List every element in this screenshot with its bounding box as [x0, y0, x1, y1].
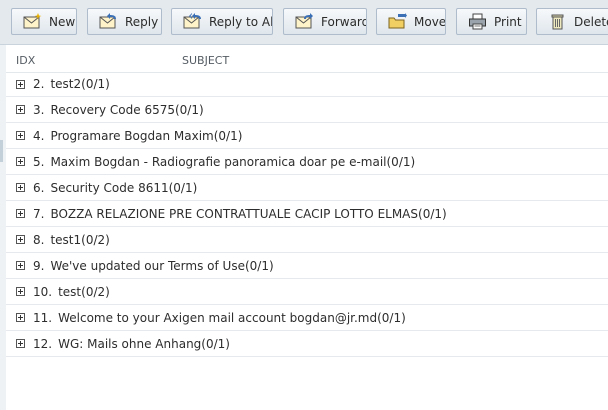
- expand-icon[interactable]: [16, 235, 25, 244]
- message-row[interactable]: 4. Programare Bogdan Maxim(0/1): [6, 123, 608, 149]
- message-index: 4.: [33, 128, 45, 143]
- envelope-new-icon: [23, 13, 42, 29]
- message-subject: Recovery Code 6575(0/1): [50, 102, 204, 117]
- delete-label: Delete: [574, 14, 608, 29]
- delete-button[interactable]: Delete: [536, 8, 608, 35]
- message-index: 3.: [33, 102, 45, 117]
- reply-to-all-button[interactable]: Reply to All: [171, 8, 273, 35]
- expand-icon[interactable]: [16, 131, 25, 140]
- message-index: 11.: [33, 310, 53, 325]
- trash-icon: [551, 14, 564, 30]
- message-subject: BOZZA RELAZIONE PRE CONTRATTUALE CACIP L…: [50, 206, 447, 221]
- new-label: New: [49, 14, 76, 29]
- message-row[interactable]: 12. WG: Mails ohne Anhang(0/1): [6, 331, 608, 357]
- message-index: 6.: [33, 180, 45, 195]
- expand-icon[interactable]: [16, 79, 25, 89]
- expand-icon[interactable]: [16, 313, 25, 322]
- message-list: 2. test2(0/1) 3. Recovery Code 6575(0/1)…: [6, 72, 608, 357]
- print-label: Print: [494, 14, 522, 29]
- message-index: 12.: [33, 336, 53, 351]
- expand-icon[interactable]: [16, 157, 25, 166]
- message-row[interactable]: 11. Welcome to your Axigen mail account …: [6, 305, 608, 331]
- forward-button[interactable]: Forward: [283, 8, 367, 35]
- print-button[interactable]: Print: [456, 8, 527, 35]
- message-row[interactable]: 3. Recovery Code 6575(0/1): [6, 97, 608, 123]
- panel-resize-handle[interactable]: [0, 140, 3, 162]
- message-subject: WG: Mails ohne Anhang(0/1): [58, 336, 230, 351]
- envelope-reply-all-icon: [183, 13, 201, 29]
- message-subject: Security Code 8611(0/1): [50, 180, 198, 195]
- expand-icon[interactable]: [16, 183, 25, 192]
- message-subject: test(0/2): [58, 284, 110, 299]
- move-label: Move: [414, 14, 446, 29]
- message-subject: Programare Bogdan Maxim(0/1): [50, 128, 243, 143]
- message-row[interactable]: 10. test(0/2): [6, 279, 608, 305]
- column-header-subject[interactable]: SUBJECT: [182, 54, 229, 67]
- message-subject: Maxim Bogdan - Radiografie panoramica do…: [50, 154, 416, 169]
- message-row[interactable]: 9. We've updated our Terms of Use(0/1): [6, 253, 608, 279]
- message-row[interactable]: 5. Maxim Bogdan - Radiografie panoramica…: [6, 149, 608, 175]
- message-row[interactable]: 6. Security Code 8611(0/1): [6, 175, 608, 201]
- message-index: 5.: [33, 154, 45, 169]
- move-button[interactable]: Move: [376, 8, 446, 35]
- column-header-idx[interactable]: IDX: [16, 54, 35, 67]
- message-index: 7.: [33, 206, 45, 221]
- reply-label: Reply: [125, 14, 159, 29]
- reply-to-all-label: Reply to All: [209, 14, 273, 29]
- envelope-forward-icon: [295, 13, 313, 29]
- message-list-header: IDX SUBJECT: [6, 46, 608, 73]
- printer-icon: [469, 13, 486, 30]
- message-subject: Welcome to your Axigen mail account bogd…: [58, 310, 406, 325]
- message-index: 2.: [33, 77, 45, 91]
- message-subject: We've updated our Terms of Use(0/1): [50, 258, 274, 273]
- reply-button[interactable]: Reply: [87, 8, 162, 35]
- message-row[interactable]: 8. test1(0/2): [6, 227, 608, 253]
- expand-icon[interactable]: [16, 209, 25, 218]
- expand-icon[interactable]: [16, 105, 25, 114]
- new-button[interactable]: New: [11, 8, 77, 35]
- move-folder-icon: [388, 13, 407, 29]
- message-subject: test1(0/2): [50, 232, 110, 247]
- expand-icon[interactable]: [16, 261, 25, 270]
- message-index: 9.: [33, 258, 45, 273]
- message-subject: test2(0/1): [50, 77, 110, 91]
- message-index: 8.: [33, 232, 45, 247]
- forward-label: Forward: [321, 14, 367, 29]
- envelope-reply-icon: [99, 13, 116, 29]
- expand-icon[interactable]: [16, 287, 25, 296]
- message-index: 10.: [33, 284, 53, 299]
- message-row[interactable]: 2. test2(0/1): [6, 72, 608, 97]
- message-row[interactable]: 7. BOZZA RELAZIONE PRE CONTRATTUALE CACI…: [6, 201, 608, 227]
- message-toolbar: New Reply Reply to All Forward Move Prin…: [0, 0, 608, 45]
- expand-icon[interactable]: [16, 339, 25, 348]
